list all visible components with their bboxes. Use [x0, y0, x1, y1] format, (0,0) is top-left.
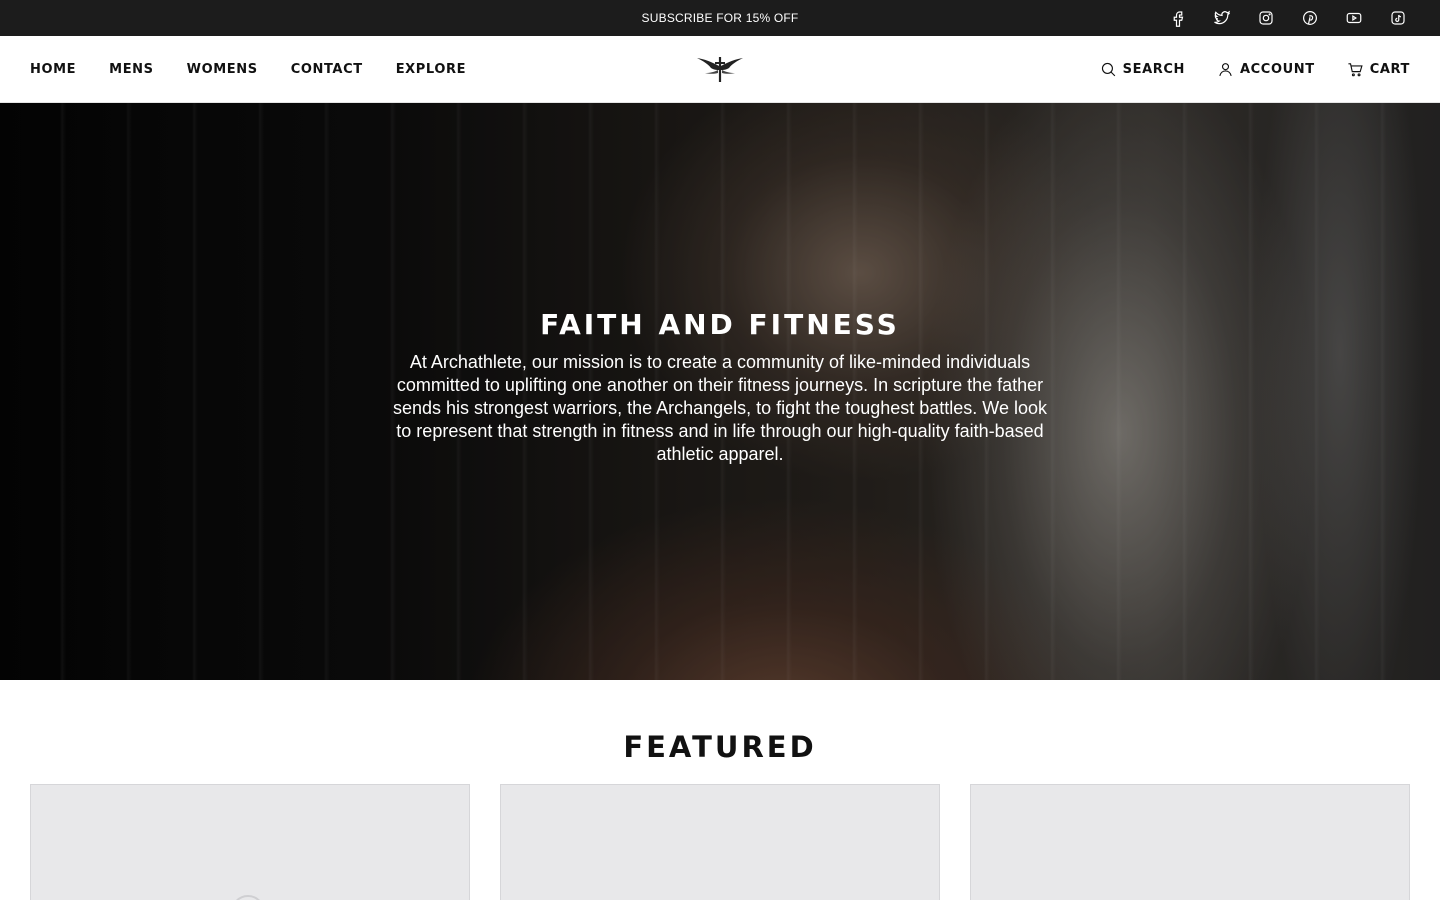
- featured-products: [30, 784, 1410, 900]
- hero-title: FAITH AND FITNESS: [540, 308, 900, 341]
- account-label: ACCOUNT: [1240, 61, 1315, 77]
- search-button[interactable]: SEARCH: [1100, 61, 1185, 78]
- social-links: [1166, 0, 1410, 36]
- youtube-icon[interactable]: [1342, 6, 1366, 30]
- nav-contact[interactable]: CONTACT: [291, 62, 363, 77]
- tiktok-icon[interactable]: [1386, 6, 1410, 30]
- search-label: SEARCH: [1122, 61, 1185, 77]
- featured-heading: FEATURED: [623, 730, 817, 764]
- nav-explore[interactable]: EXPLORE: [396, 62, 466, 77]
- product-card[interactable]: [500, 784, 940, 900]
- main-nav: HOME MENS WOMENS CONTACT EXPLORE: [30, 36, 466, 102]
- account-button[interactable]: ACCOUNT: [1217, 61, 1315, 78]
- pinterest-icon[interactable]: [1298, 6, 1322, 30]
- product-card[interactable]: [970, 784, 1410, 900]
- search-icon: [1101, 62, 1115, 76]
- user-icon: [1219, 62, 1232, 76]
- cart-icon: [1348, 62, 1363, 76]
- hero-banner: FAITH AND FITNESS At Archathlete, our mi…: [0, 103, 1440, 680]
- nav-womens[interactable]: WOMENS: [187, 62, 258, 77]
- product-card[interactable]: [30, 784, 470, 900]
- site-header: HOME MENS WOMENS CONTACT EXPLORE SEARCH …: [0, 36, 1440, 103]
- utility-nav: SEARCH ACCOUNT CART: [1100, 36, 1410, 102]
- nav-home[interactable]: HOME: [30, 62, 76, 77]
- instagram-icon[interactable]: [1254, 6, 1278, 30]
- cart-button[interactable]: CART: [1347, 61, 1410, 78]
- facebook-icon[interactable]: [1166, 6, 1190, 30]
- announcement-bar: SUBSCRIBE FOR 15% OFF: [0, 0, 1440, 36]
- hero-body: At Archathlete, our mission is to create…: [392, 352, 1048, 464]
- loading-spinner-icon: [231, 895, 265, 900]
- twitter-icon[interactable]: [1210, 6, 1234, 30]
- cart-label: CART: [1369, 61, 1410, 77]
- brand-logo[interactable]: [696, 54, 744, 84]
- hero-content: FAITH AND FITNESS At Archathlete, our mi…: [370, 308, 1070, 466]
- winged-cross-logo-icon: [697, 57, 743, 82]
- nav-mens[interactable]: MENS: [109, 62, 153, 77]
